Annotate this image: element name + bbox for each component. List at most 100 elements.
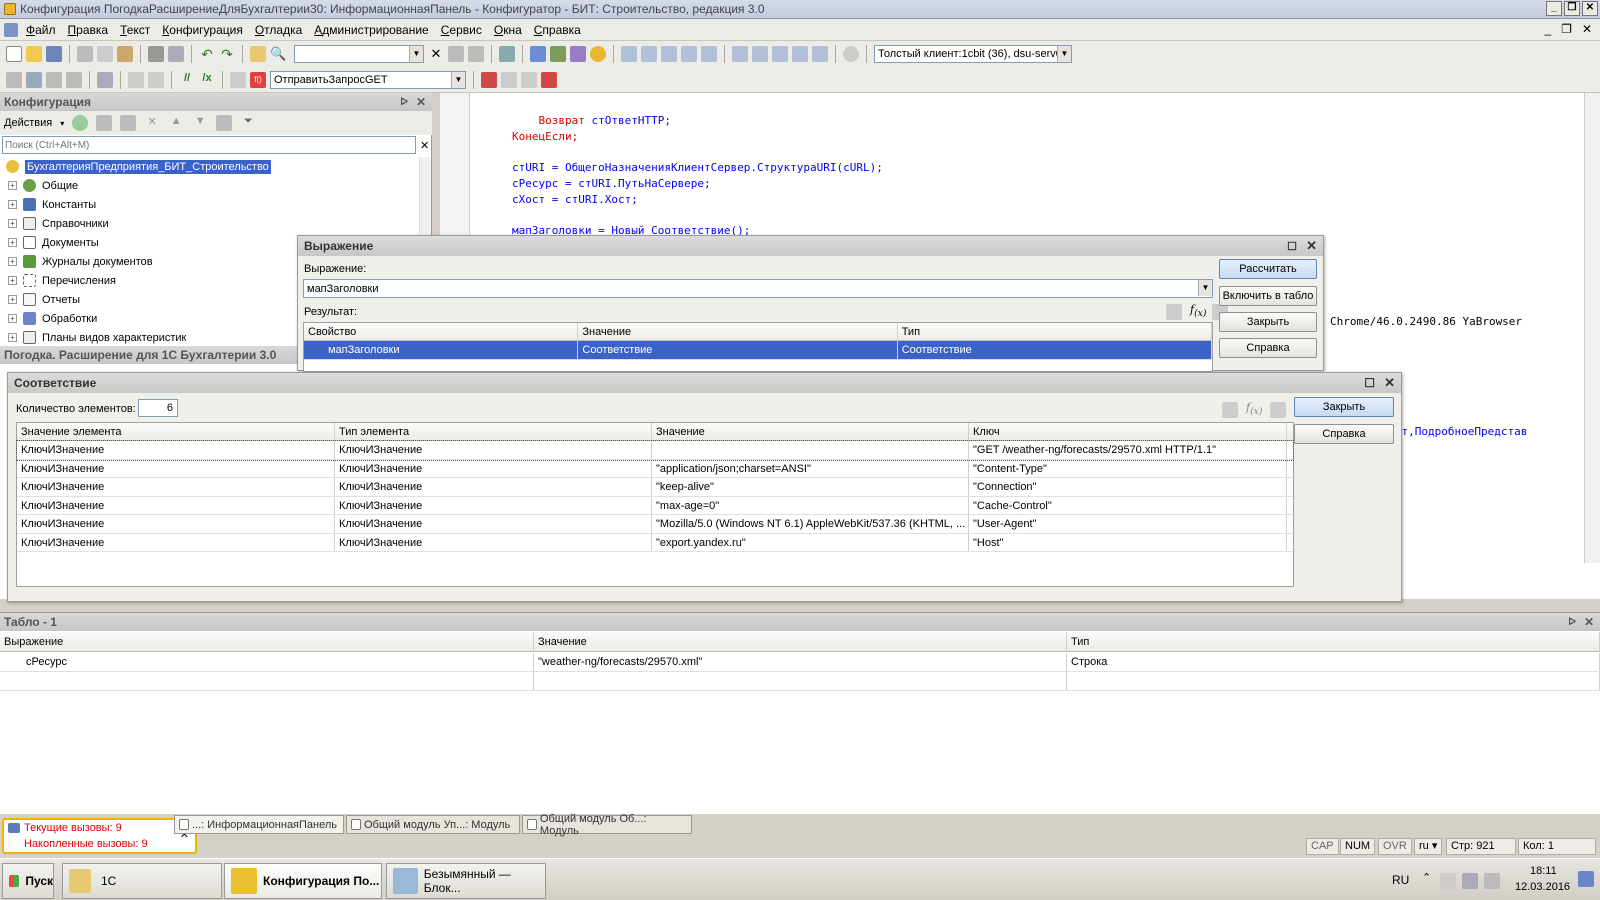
info-icon[interactable] bbox=[590, 46, 606, 62]
map-maximize-icon[interactable]: ☐ bbox=[1364, 376, 1375, 390]
search-combo[interactable]: ▼ bbox=[294, 45, 424, 63]
col-value[interactable]: Значение bbox=[578, 323, 898, 340]
col-expression[interactable]: Выражение bbox=[0, 632, 534, 651]
debug-e-icon[interactable] bbox=[701, 46, 717, 62]
task-notepad[interactable]: Безымянный — Блок... bbox=[386, 863, 546, 899]
module-c-icon[interactable] bbox=[46, 71, 62, 88]
debug-i-icon[interactable] bbox=[792, 46, 808, 62]
client-combo[interactable]: Толстый клиент:1cbit (36), dsu-serv0 ▼ bbox=[874, 45, 1072, 63]
tree-item-common[interactable]: + Общие bbox=[0, 176, 420, 195]
move-down-icon[interactable]: ▼ bbox=[192, 115, 208, 131]
mdi-minimize-button[interactable]: _ bbox=[1544, 22, 1551, 36]
open-icon[interactable] bbox=[26, 46, 42, 62]
mdi-close-button[interactable]: ✕ bbox=[1582, 22, 1592, 36]
tab-common-module-up[interactable]: Общий модуль Уп...: Модуль bbox=[346, 815, 520, 834]
watch-empty-row[interactable] bbox=[0, 672, 1600, 691]
tool-c-icon[interactable] bbox=[570, 46, 586, 62]
tree-root[interactable]: БухгалтерияПредприятия_БИТ_Строительство bbox=[0, 157, 420, 176]
copy-item-icon[interactable] bbox=[120, 115, 137, 131]
col-value[interactable]: Значение bbox=[534, 632, 1067, 651]
watch-pin-icon[interactable]: ᐅ bbox=[1568, 617, 1576, 628]
tree-item-catalogs[interactable]: + Справочники bbox=[0, 214, 420, 233]
task-configurator[interactable]: Конфигурация По... bbox=[224, 863, 382, 899]
comment-icon[interactable]: // bbox=[179, 72, 195, 88]
watch-close-icon[interactable]: ✕ bbox=[1584, 615, 1594, 629]
show-desktop-icon[interactable] bbox=[1578, 871, 1594, 887]
code-vscroll[interactable] bbox=[1584, 93, 1600, 563]
col-element-type[interactable]: Тип элемента bbox=[335, 423, 652, 440]
redo-icon[interactable]: ↷ bbox=[219, 46, 235, 62]
col-type[interactable]: Тип bbox=[898, 323, 1212, 340]
menu-service[interactable]: Сервис bbox=[441, 23, 482, 37]
pin-icon[interactable]: ᐅ bbox=[400, 97, 408, 108]
menu-admin[interactable]: Администрирование bbox=[314, 23, 428, 37]
timer-icon[interactable] bbox=[843, 46, 859, 62]
count-field[interactable]: 6 bbox=[138, 399, 178, 417]
new-icon[interactable] bbox=[6, 46, 22, 62]
result-row[interactable]: мапЗаголовки Соответствие Соответствие bbox=[304, 341, 1212, 360]
map-a-icon[interactable] bbox=[1222, 402, 1238, 418]
start-button[interactable]: Пуск bbox=[2, 863, 54, 899]
status-lang[interactable]: ru ▾ bbox=[1414, 838, 1443, 855]
map-help-button[interactable]: Справка bbox=[1294, 424, 1394, 444]
menu-debug[interactable]: Отладка bbox=[255, 23, 302, 37]
filter-icon[interactable]: ⏷ bbox=[240, 115, 256, 131]
actions-menu[interactable]: Действия bbox=[4, 117, 52, 129]
windows-icon[interactable] bbox=[499, 46, 515, 62]
menu-text[interactable]: Текст bbox=[120, 23, 150, 37]
breakpoint-d-icon[interactable] bbox=[541, 71, 557, 88]
debug-c-icon[interactable] bbox=[661, 46, 677, 62]
calculate-button[interactable]: Рассчитать bbox=[1219, 259, 1317, 279]
tray-volume-icon[interactable] bbox=[1484, 873, 1500, 889]
watch-row[interactable]: cРесурс "weather-ng/forecasts/29570.xml"… bbox=[0, 653, 1600, 672]
copy-icon[interactable] bbox=[97, 46, 113, 62]
sort-icon[interactable] bbox=[216, 115, 233, 131]
tray-network-icon[interactable] bbox=[1462, 873, 1478, 889]
task-1c[interactable]: 1С bbox=[62, 863, 222, 899]
map-close-icon[interactable]: ✕ bbox=[1384, 375, 1395, 391]
proc-f-icon[interactable]: f() bbox=[250, 71, 266, 88]
menu-file[interactable]: Файл bbox=[26, 23, 56, 37]
col-key[interactable]: Ключ bbox=[969, 423, 1287, 440]
fmt-a-icon[interactable] bbox=[128, 71, 144, 88]
restore-button[interactable]: ❐ bbox=[1564, 1, 1580, 16]
expression-close-icon[interactable]: ✕ bbox=[1306, 238, 1317, 254]
config-search-input[interactable] bbox=[2, 136, 416, 154]
run-icon[interactable] bbox=[97, 71, 113, 88]
debug-a-icon[interactable] bbox=[621, 46, 637, 62]
tray-expand-icon[interactable]: ⌃ bbox=[1422, 871, 1431, 884]
menu-help[interactable]: Справка bbox=[534, 23, 581, 37]
paste-icon[interactable] bbox=[117, 46, 133, 62]
minimize-button[interactable]: _ bbox=[1546, 1, 1562, 16]
col-property[interactable]: Свойство bbox=[304, 323, 579, 340]
clear-search-icon[interactable]: ✕ bbox=[428, 46, 444, 62]
map-row[interactable]: КлючИЗначение КлючИЗначение "Mozilla/5.0 (… bbox=[17, 515, 1293, 534]
result-a-icon[interactable] bbox=[1166, 304, 1182, 320]
map-row[interactable]: КлючИЗначение КлючИЗначение "max-age=0" "Ca… bbox=[17, 496, 1293, 515]
module-a-icon[interactable] bbox=[6, 71, 22, 88]
move-up-icon[interactable]: ▲ bbox=[168, 115, 184, 131]
map-row[interactable]: КлючИЗначение КлючИЗначение "GET /weather-… bbox=[16, 440, 1294, 461]
col-value[interactable]: Значение bbox=[652, 423, 969, 440]
tray-lang[interactable]: RU bbox=[1392, 873, 1409, 887]
undo-icon[interactable]: ↶ bbox=[199, 46, 215, 62]
menu-config[interactable]: Конфигурация bbox=[162, 23, 243, 37]
menu-doc-icon[interactable] bbox=[4, 22, 18, 37]
clear-config-search-icon[interactable]: ✕ bbox=[420, 139, 429, 152]
expression-help-button[interactable]: Справка bbox=[1219, 338, 1317, 358]
find-prev-icon[interactable] bbox=[468, 46, 484, 62]
find-next-icon[interactable] bbox=[448, 46, 464, 62]
search-icon[interactable]: 🔍 bbox=[270, 46, 286, 62]
config-close-icon[interactable]: ✕ bbox=[416, 95, 426, 109]
method-combo[interactable]: ОтправитьЗапросGET ▼ bbox=[270, 70, 466, 89]
map-close-button[interactable]: Закрыть bbox=[1294, 397, 1394, 417]
debug-g-icon[interactable] bbox=[752, 46, 768, 62]
map-row[interactable]: КлючИЗначение КлючИЗначение "export.yandex… bbox=[17, 533, 1293, 552]
debug-b-icon[interactable] bbox=[641, 46, 657, 62]
map-row[interactable]: КлючИЗначение КлючИЗначение "application/j… bbox=[17, 459, 1293, 478]
col-element-value[interactable]: Значение элемента bbox=[17, 423, 335, 440]
debug-j-icon[interactable] bbox=[812, 46, 828, 62]
close-window-button[interactable]: ✕ bbox=[1582, 1, 1598, 16]
menu-windows[interactable]: Окна bbox=[494, 23, 522, 37]
print-icon[interactable] bbox=[148, 46, 164, 62]
